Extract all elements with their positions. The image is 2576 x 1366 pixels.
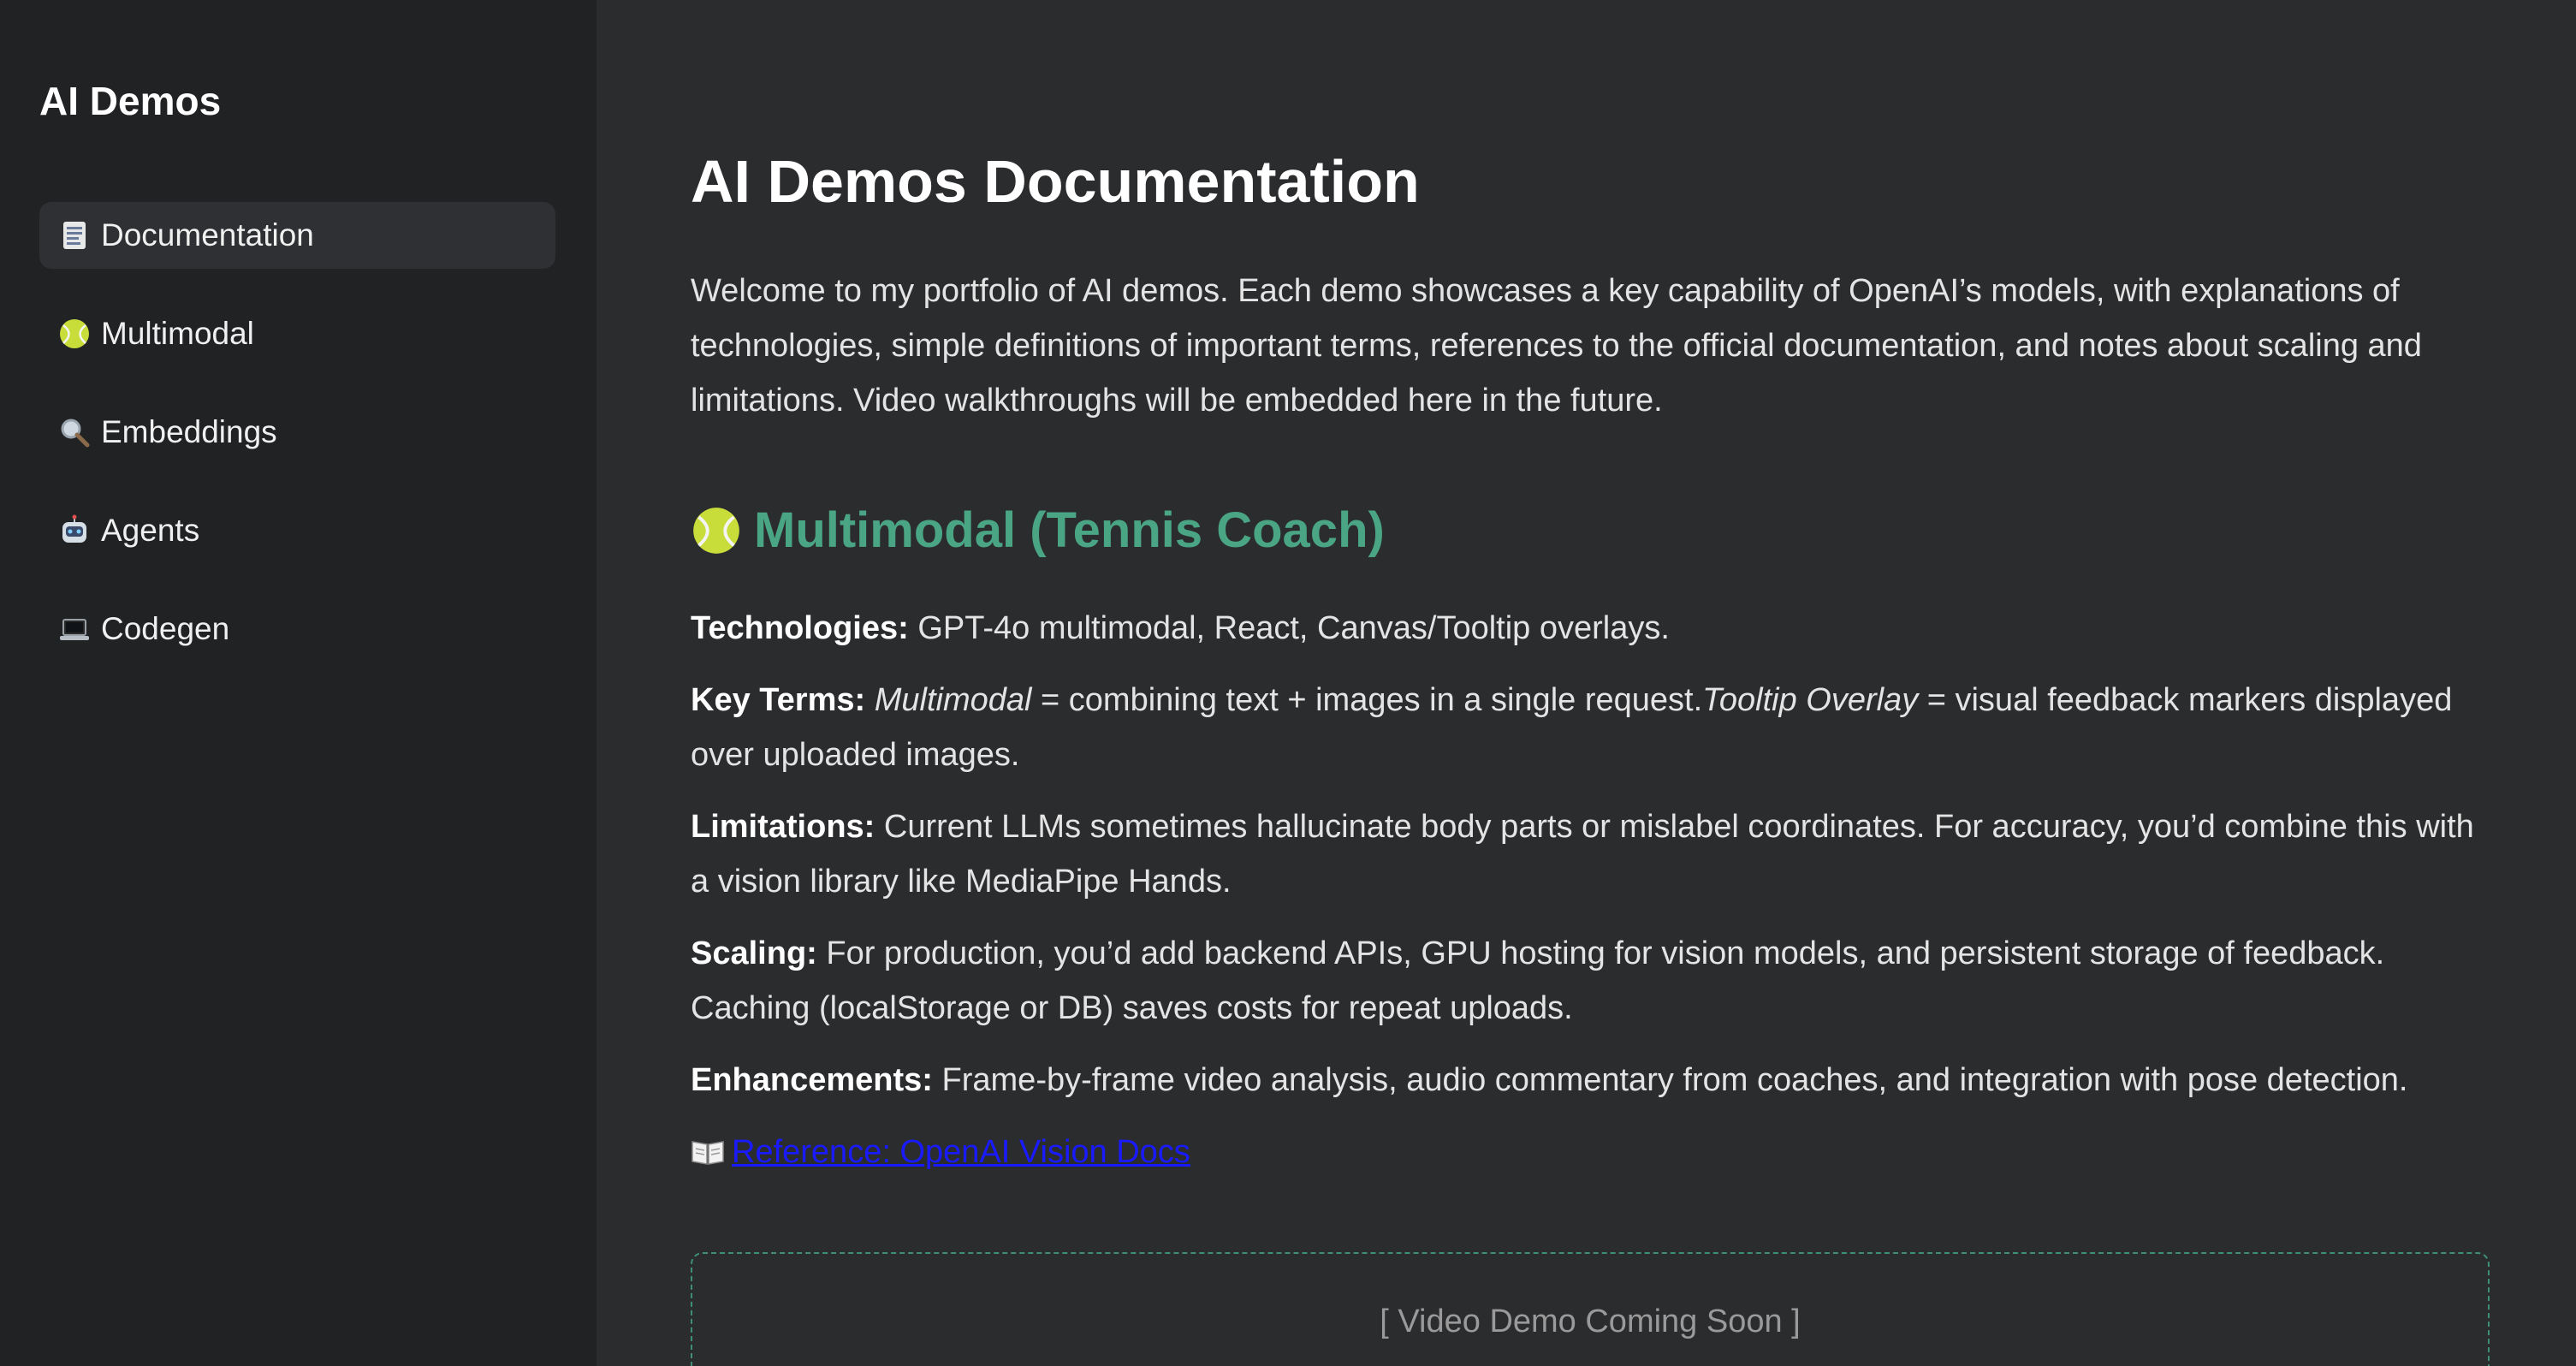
section-heading-multimodal: Multimodal (Tennis Coach) [691, 500, 2494, 561]
key-term-tooltip-overlay: Tooltip Overlay [1702, 682, 1919, 718]
main-content: AI Demos Documentation Welcome to my por… [597, 0, 2576, 1366]
scaling-paragraph: Scaling: For production, you’d add backe… [691, 926, 2494, 1036]
sidebar-item-label: Agents [101, 513, 200, 548]
section-heading-text: Multimodal (Tennis Coach) [754, 502, 1385, 558]
robot-icon [62, 514, 86, 543]
limitations-label: Limitations: [691, 809, 875, 845]
sidebar: AI Demos Documentation Multimodal Embedd… [0, 0, 597, 1366]
scaling-label: Scaling: [691, 935, 817, 971]
app-window: AI Demos Documentation Multimodal Embedd… [0, 0, 2576, 1366]
reference-link[interactable]: Reference: OpenAI Vision Docs [691, 1125, 1190, 1179]
laptop-icon [60, 619, 89, 640]
intro-paragraph: Welcome to my portfolio of AI demos. Eac… [691, 273, 2422, 419]
reference-link-text[interactable]: Reference: OpenAI Vision Docs [732, 1125, 1190, 1179]
tennis-ball-icon [60, 319, 89, 348]
sidebar-item-embeddings[interactable]: Embeddings [39, 399, 555, 466]
sidebar-item-multimodal[interactable]: Multimodal [39, 300, 555, 367]
page-title: AI Demos Documentation [691, 148, 1420, 215]
key-terms-label: Key Terms: [691, 682, 866, 718]
technologies-paragraph: Technologies: GPT-4o multimodal, React, … [691, 601, 2494, 656]
technologies-label: Technologies: [691, 610, 909, 646]
enhancements-label: Enhancements: [691, 1062, 933, 1098]
key-term-multimodal: Multimodal [874, 682, 1032, 718]
sidebar-item-label: Documentation [101, 217, 314, 252]
scaling-text: For production, you’d add backend APIs, … [691, 935, 2385, 1026]
sidebar-item-agents[interactable]: Agents [39, 497, 555, 564]
sidebar-item-codegen[interactable]: Codegen [39, 596, 555, 662]
enhancements-text: Frame-by-frame video analysis, audio com… [932, 1062, 2408, 1098]
book-icon [691, 1141, 724, 1165]
technologies-text: GPT-4o multimodal, React, Canvas/Tooltip… [908, 610, 1670, 646]
sidebar-title: AI Demos [39, 79, 222, 123]
enhancements-paragraph: Enhancements: Frame-by-frame video analy… [691, 1053, 2494, 1108]
sidebar-item-label: Multimodal [101, 316, 254, 351]
key-terms-paragraph: Key Terms: Multimodal = combining text +… [691, 673, 2494, 782]
tennis-ball-icon [693, 508, 739, 554]
limitations-paragraph: Limitations: Current LLMs sometimes hall… [691, 799, 2494, 909]
sidebar-item-label: Embeddings [101, 414, 277, 449]
limitations-text: Current LLMs sometimes hallucinate body … [691, 809, 2474, 900]
magnifier-icon [61, 419, 90, 448]
video-placeholder-text: [ Video Demo Coming Soon ] [1380, 1304, 1801, 1339]
video-placeholder: [ Video Demo Coming Soon ] [691, 1252, 2490, 1366]
page-icon [63, 222, 86, 249]
sidebar-item-documentation[interactable]: Documentation [39, 202, 555, 269]
sidebar-item-label: Codegen [101, 611, 230, 646]
key-term-multimodal-definition: = combining text + images in a single re… [1031, 682, 1703, 718]
